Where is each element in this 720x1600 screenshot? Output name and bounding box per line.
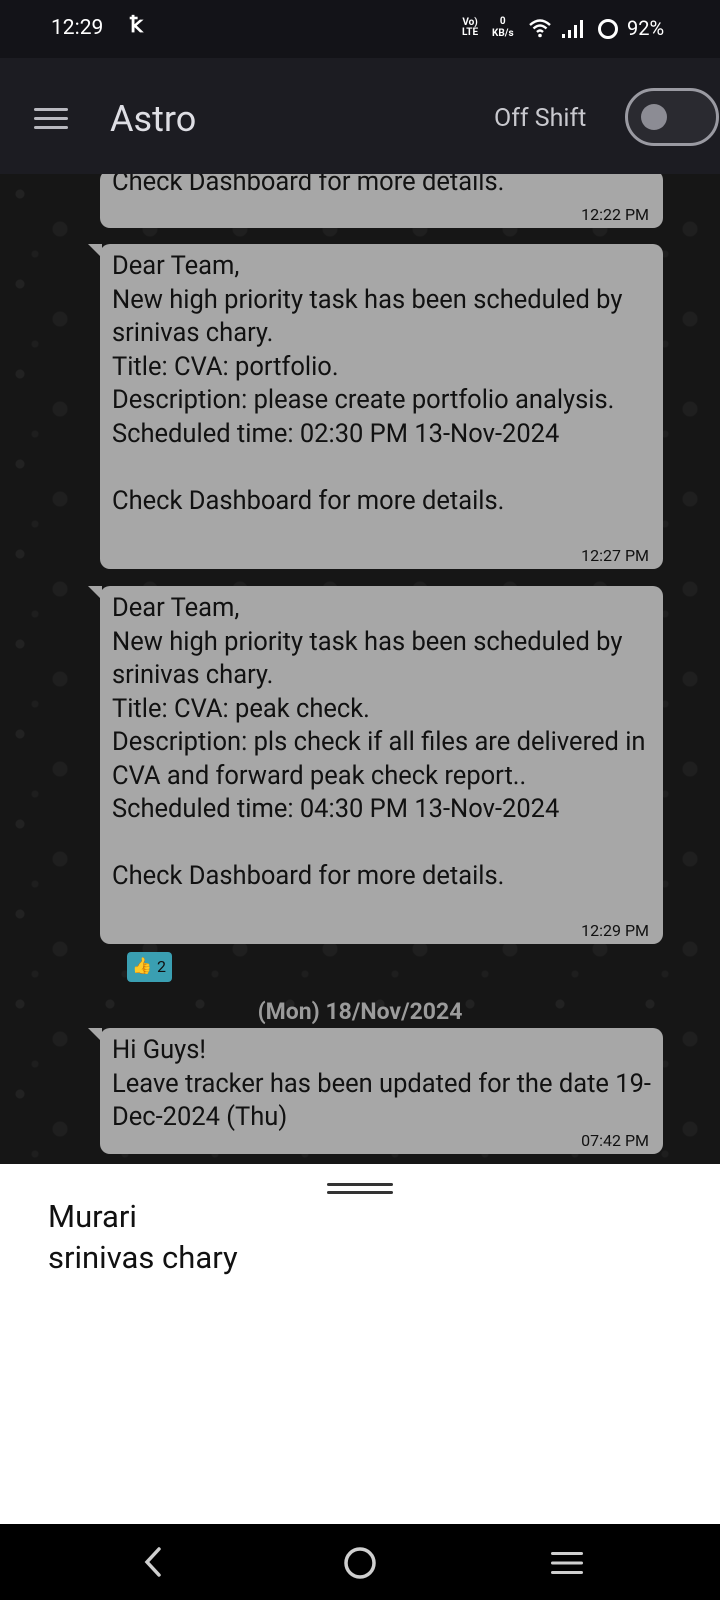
data-rate-value: 0 bbox=[499, 16, 506, 27]
data-rate-unit: KB/s bbox=[492, 28, 514, 39]
thumbs-up-icon: 👍 bbox=[132, 956, 152, 975]
data-rate-indicator: 0 KB/s bbox=[492, 16, 514, 40]
message-time: 12:22 PM bbox=[581, 205, 649, 224]
message-time: 12:29 PM bbox=[581, 921, 649, 940]
drag-handle[interactable] bbox=[327, 1183, 393, 1195]
reaction-count: 2 bbox=[157, 957, 166, 976]
app-title: Astro bbox=[110, 98, 197, 140]
message-text: Check Dashboard for more details. bbox=[112, 174, 505, 197]
hamburger-menu-icon[interactable] bbox=[34, 108, 68, 130]
volte-indicator: Vo) LTE bbox=[462, 18, 478, 38]
message-bubble[interactable]: Hi Guys! Leave tracker has been updated … bbox=[88, 1028, 663, 1154]
sheet-item-murari[interactable]: Murari bbox=[48, 1198, 137, 1235]
battery-ring-icon bbox=[598, 19, 618, 39]
navigation-bar bbox=[0, 1524, 720, 1600]
battery-percent: 92% bbox=[627, 16, 665, 40]
message-bubble[interactable]: Dear Team, New high priority task has be… bbox=[88, 244, 663, 569]
date-separator: (Mon) 18/Nov/2024 bbox=[257, 998, 463, 1025]
back-chevron-icon[interactable] bbox=[140, 1546, 166, 1578]
home-circle-icon[interactable] bbox=[342, 1545, 378, 1581]
toggle-knob bbox=[641, 104, 667, 130]
screen: 12:29 ꝁ Vo) LTE 0 KB/s 92% Astro Off Shi… bbox=[0, 0, 720, 1600]
signal-icon bbox=[562, 20, 583, 38]
bubble-tail bbox=[88, 586, 102, 600]
notification-icon: ꝁ bbox=[130, 13, 143, 38]
message-text: Hi Guys! Leave tracker has been updated … bbox=[112, 1035, 651, 1132]
status-bar: 12:29 ꝁ Vo) LTE 0 KB/s 92% bbox=[0, 0, 720, 58]
status-time: 12:29 bbox=[51, 16, 104, 40]
message-bubble[interactable]: Check Dashboard for more details. 12:22 … bbox=[100, 174, 663, 228]
shift-toggle[interactable] bbox=[625, 88, 719, 146]
chat-area[interactable]: Check Dashboard for more details. 12:22 … bbox=[0, 174, 720, 1164]
app-bar: Astro Off Shift bbox=[0, 58, 720, 174]
menu-lines-icon[interactable] bbox=[550, 1550, 584, 1576]
wifi-icon bbox=[529, 19, 551, 38]
shift-status-label: Off Shift bbox=[494, 104, 587, 133]
sheet-item-srinivas-chary[interactable]: srinivas chary bbox=[48, 1239, 238, 1276]
reaction-badge[interactable]: 👍 2 bbox=[127, 952, 172, 982]
volte-bottom: LTE bbox=[462, 27, 479, 38]
message-time: 07:42 PM bbox=[581, 1131, 649, 1150]
message-text: Dear Team, New high priority task has be… bbox=[112, 593, 646, 891]
bottom-sheet: Murari srinivas chary bbox=[0, 1164, 720, 1524]
bubble-tail bbox=[88, 1028, 102, 1042]
bubble-tail bbox=[88, 244, 102, 258]
message-time: 12:27 PM bbox=[581, 546, 649, 565]
message-bubble[interactable]: Dear Team, New high priority task has be… bbox=[88, 586, 663, 944]
message-text: Dear Team, New high priority task has be… bbox=[112, 251, 623, 516]
